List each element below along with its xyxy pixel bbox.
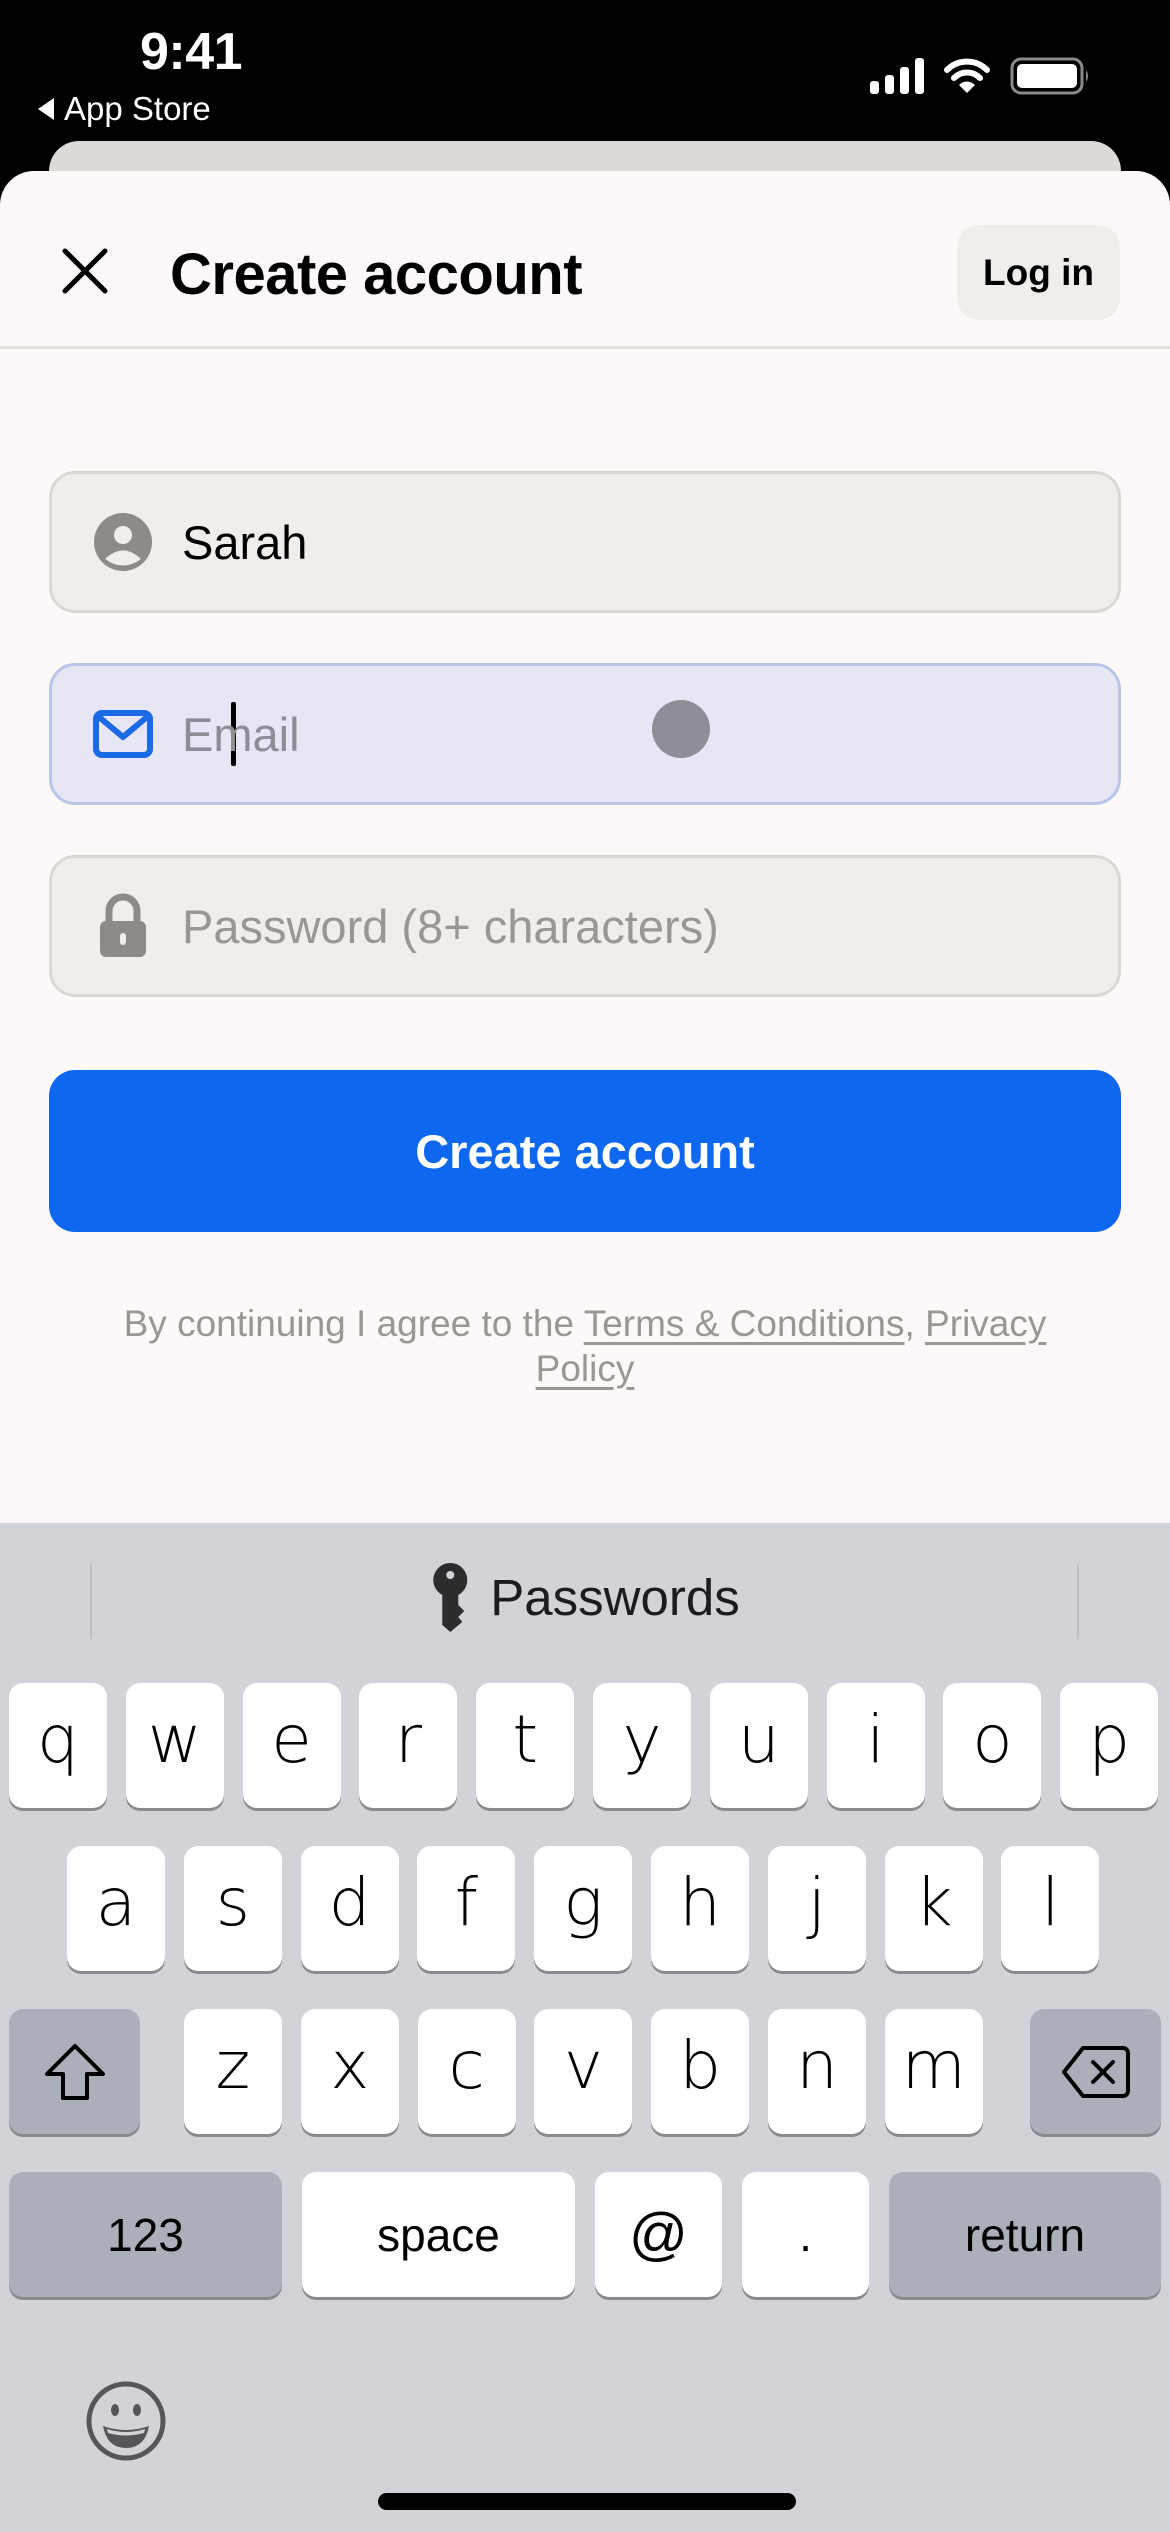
key-i[interactable]: i bbox=[826, 1683, 925, 1808]
key-o[interactable]: o bbox=[943, 1683, 1042, 1808]
at-key[interactable]: @ bbox=[595, 2172, 722, 2297]
person-circle-icon bbox=[92, 511, 154, 573]
key-j[interactable]: j bbox=[767, 1846, 866, 1971]
key-z[interactable]: z bbox=[184, 2009, 282, 2134]
delete-icon bbox=[1061, 2045, 1130, 2098]
back-to-app-store[interactable]: App Store bbox=[38, 90, 211, 128]
keyboard: Passwords qwertyuiop asdfghjkl zxcvbnm 1… bbox=[0, 1523, 1170, 2532]
create-account-sheet: Create account Log in Sarah Email Create… bbox=[0, 171, 1170, 1531]
terms-notice: By continuing I agree to the Terms & Con… bbox=[80, 1301, 1090, 1391]
emoji-button[interactable] bbox=[85, 2380, 167, 2462]
login-button[interactable]: Log in bbox=[957, 225, 1120, 320]
password-input[interactable] bbox=[182, 898, 1088, 954]
key-d[interactable]: d bbox=[300, 1846, 399, 1971]
keyboard-row-3: zxcvbnm bbox=[0, 2009, 1170, 2137]
key-p[interactable]: p bbox=[1060, 1683, 1159, 1808]
wifi-icon bbox=[944, 58, 990, 93]
envelope-icon bbox=[92, 703, 154, 765]
password-field[interactable] bbox=[49, 855, 1121, 997]
suggestion-bar: Passwords bbox=[0, 1523, 1170, 1663]
key-a[interactable]: a bbox=[67, 1846, 165, 1971]
key-k[interactable]: k bbox=[884, 1846, 983, 1971]
status-time: 9:41 bbox=[140, 23, 243, 81]
key-x[interactable]: x bbox=[300, 2009, 399, 2134]
key-l[interactable]: l bbox=[1001, 1846, 1100, 1971]
sheet-header: Create account Log in bbox=[0, 171, 1170, 349]
key-e[interactable]: e bbox=[242, 1683, 341, 1808]
email-input[interactable] bbox=[182, 706, 1088, 762]
back-triangle-icon bbox=[38, 98, 54, 120]
key-n[interactable]: n bbox=[768, 2009, 866, 2134]
key-g[interactable]: g bbox=[534, 1846, 633, 1971]
emoji-icon bbox=[86, 2381, 166, 2461]
delete-key[interactable] bbox=[1030, 2009, 1161, 2134]
key-u[interactable]: u bbox=[709, 1683, 808, 1808]
key-t[interactable]: t bbox=[476, 1683, 575, 1808]
key-r[interactable]: r bbox=[359, 1683, 458, 1808]
lock-icon bbox=[92, 893, 154, 957]
passwords-label: Passwords bbox=[490, 1568, 740, 1626]
key-h[interactable]: h bbox=[651, 1846, 749, 1971]
key-w[interactable]: w bbox=[125, 1683, 224, 1808]
cellular-signal-icon bbox=[870, 58, 924, 94]
key-y[interactable]: y bbox=[593, 1683, 691, 1808]
suggestion-divider bbox=[1077, 1563, 1079, 1639]
terms-prefix: By continuing I agree to the bbox=[123, 1303, 584, 1344]
terms-link[interactable]: Terms & Conditions bbox=[584, 1303, 905, 1344]
keyboard-row-1: qwertyuiop bbox=[0, 1683, 1170, 1811]
key-v[interactable]: v bbox=[534, 2009, 633, 2134]
keyboard-row-2: asdfghjkl bbox=[0, 1846, 1170, 1974]
key-q[interactable]: q bbox=[9, 1683, 107, 1808]
key-m[interactable]: m bbox=[884, 2009, 983, 2134]
close-button[interactable] bbox=[52, 238, 118, 304]
name-field[interactable]: Sarah bbox=[49, 471, 1121, 613]
battery-icon bbox=[1010, 57, 1088, 95]
key-icon bbox=[433, 1563, 468, 1632]
page-title: Create account bbox=[170, 242, 583, 307]
create-account-button[interactable]: Create account bbox=[49, 1070, 1121, 1232]
passwords-suggestion[interactable]: Passwords bbox=[430, 1561, 740, 1633]
home-indicator bbox=[378, 2493, 796, 2510]
return-key[interactable]: return bbox=[889, 2172, 1161, 2297]
shift-icon bbox=[44, 2043, 105, 2100]
close-icon bbox=[62, 248, 108, 294]
period-key[interactable]: . bbox=[742, 2172, 869, 2297]
numbers-key[interactable]: 123 bbox=[9, 2172, 282, 2297]
key-b[interactable]: b bbox=[651, 2009, 750, 2134]
status-icons bbox=[870, 56, 1092, 96]
name-value: Sarah bbox=[182, 515, 308, 569]
touch-indicator bbox=[652, 700, 710, 758]
shift-key[interactable] bbox=[9, 2009, 140, 2134]
suggestion-divider bbox=[90, 1563, 92, 1639]
key-c[interactable]: c bbox=[417, 2009, 516, 2134]
terms-separator: , bbox=[904, 1303, 926, 1344]
keyboard-row-4: 123 space @ . return bbox=[0, 2172, 1170, 2300]
key-s[interactable]: s bbox=[183, 1846, 282, 1971]
key-f[interactable]: f bbox=[417, 1846, 516, 1971]
email-field[interactable] bbox=[49, 663, 1121, 805]
back-app-label: App Store bbox=[64, 90, 211, 127]
space-key[interactable]: space bbox=[302, 2172, 575, 2297]
